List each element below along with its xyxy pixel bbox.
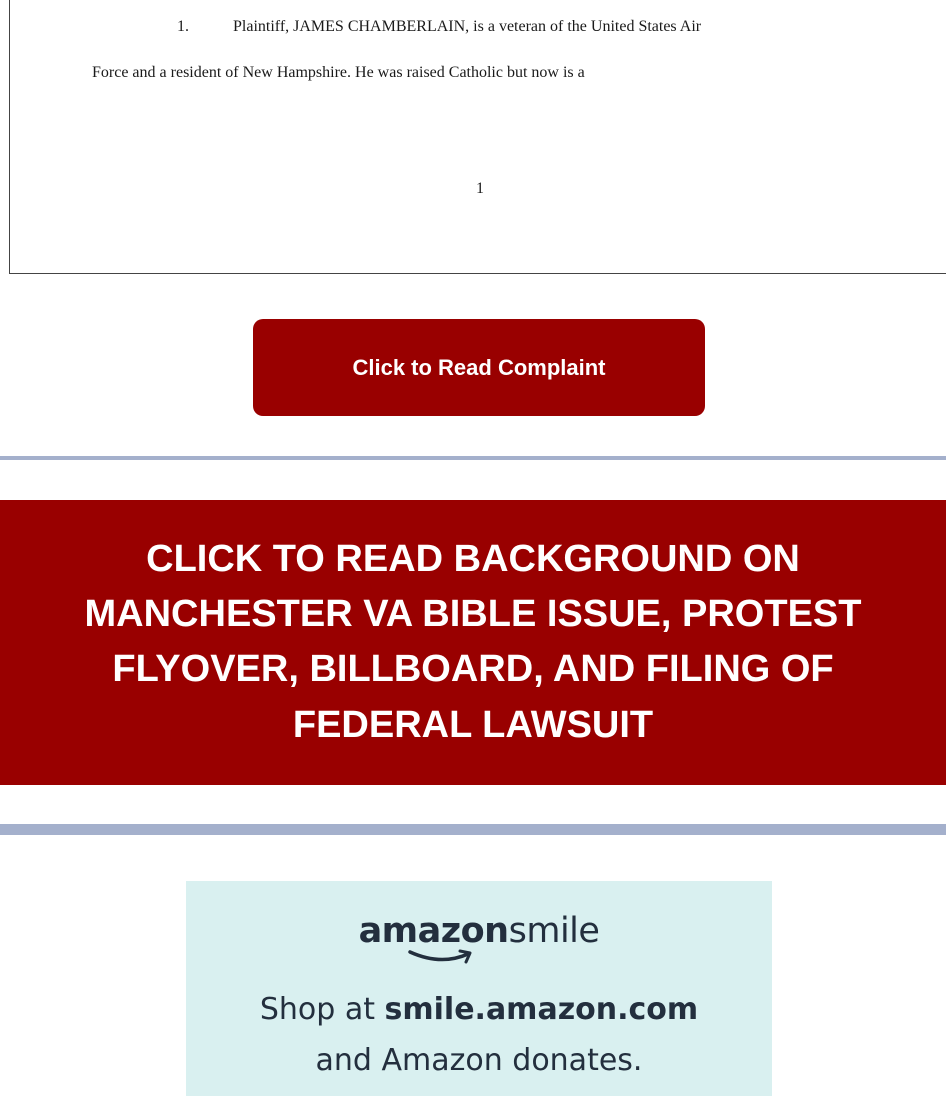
smile-tagline-prefix: Shop at (259, 992, 385, 1027)
smile-url: smile.amazon.com (384, 992, 699, 1027)
paragraph-number: 1. (177, 18, 189, 35)
paragraph-text: Plaintiff, JAMES CHAMBERLAIN, is a veter… (233, 18, 702, 35)
background-banner-link[interactable]: CLICK TO READ BACKGROUND ON MANCHESTER V… (0, 500, 946, 785)
document-line-1: 1. Plaintiff, JAMES CHAMBERLAIN, is a vet… (177, 18, 701, 36)
logo-light-text: smile (508, 911, 600, 951)
banner-line: FEDERAL LAWSUIT (292, 704, 654, 746)
document-line-2: Force and a resident of New Hampshire. H… (92, 64, 585, 81)
smile-tagline-2: and Amazon donates. (315, 1043, 643, 1078)
logo-bold-text: amazon (358, 911, 510, 951)
banner-line: CLICK TO READ BACKGROUND ON (146, 538, 800, 580)
banner-line: MANCHESTER VA BIBLE ISSUE, PROTEST (84, 593, 862, 635)
divider (0, 456, 946, 460)
smile-arrow-icon (408, 949, 472, 964)
divider (0, 824, 946, 835)
amazon-smile-logo: amazonsmile (186, 911, 772, 951)
read-complaint-button[interactable]: Click to Read Complaint (253, 319, 705, 416)
banner-line: FLYOVER, BILLBOARD, AND FILING OF (112, 648, 834, 690)
smile-tagline: Shop at smile.amazon.com (186, 992, 772, 1027)
complaint-preview: 1. Plaintiff, JAMES CHAMBERLAIN, is a vet… (9, 0, 946, 274)
amazon-smile-banner[interactable]: amazonsmile Shop at smile.amazon.com and… (186, 881, 772, 1096)
page-number: 1 (476, 180, 484, 197)
